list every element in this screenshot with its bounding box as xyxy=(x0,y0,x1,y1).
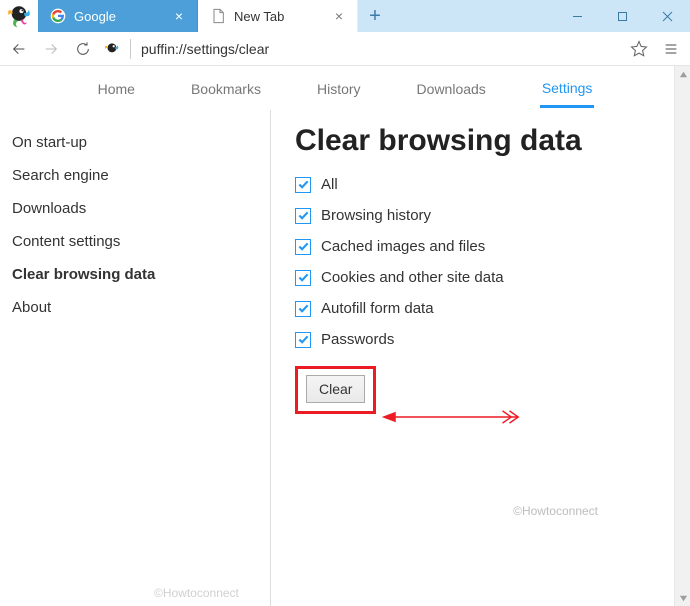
hamburger-menu-button[interactable] xyxy=(656,34,686,64)
checkbox-label: Autofill form data xyxy=(321,300,434,317)
nav-settings[interactable]: Settings xyxy=(540,68,595,108)
checkbox-icon[interactable] xyxy=(295,177,311,193)
content-area: On start-up Search engine Downloads Cont… xyxy=(0,110,690,606)
watermark-text-bottom: ©Howtoconnect xyxy=(154,586,239,600)
address-bar xyxy=(0,32,690,66)
new-tab-button[interactable]: + xyxy=(358,0,392,32)
main-panel: Clear browsing data All Browsing history… xyxy=(271,110,690,606)
sidebar-item-content-settings[interactable]: Content settings xyxy=(10,225,260,258)
annotation-arrow-icon xyxy=(380,407,520,430)
checkbox-row-browsing-history[interactable]: Browsing history xyxy=(295,207,690,224)
sidebar-item-search-engine[interactable]: Search engine xyxy=(10,159,260,192)
sidebar-item-clear-browsing-data[interactable]: Clear browsing data xyxy=(10,258,260,291)
watermark-text: ©Howtoconnect xyxy=(513,504,598,518)
checkbox-label: Passwords xyxy=(321,331,394,348)
checkbox-label: Cached images and files xyxy=(321,238,485,255)
nav-bookmarks[interactable]: Bookmarks xyxy=(189,69,263,107)
checkbox-label: All xyxy=(321,176,338,193)
tab-title: Google xyxy=(74,9,163,24)
checkbox-icon[interactable] xyxy=(295,301,311,317)
vertical-scrollbar[interactable] xyxy=(674,66,690,606)
back-button[interactable] xyxy=(4,34,34,64)
app-icon xyxy=(0,0,38,32)
forward-button[interactable] xyxy=(36,34,66,64)
sidebar-item-startup[interactable]: On start-up xyxy=(10,126,260,159)
sidebar-item-about[interactable]: About xyxy=(10,291,260,324)
google-favicon-icon xyxy=(50,8,66,24)
checkbox-row-autofill[interactable]: Autofill form data xyxy=(295,300,690,317)
annotation-highlight-box: Clear xyxy=(295,366,376,414)
tab-new-tab[interactable]: New Tab × xyxy=(198,0,358,32)
maximize-button[interactable] xyxy=(600,0,645,32)
sidebar-item-downloads[interactable]: Downloads xyxy=(10,192,260,225)
nav-history[interactable]: History xyxy=(315,69,363,107)
minimize-button[interactable] xyxy=(555,0,600,32)
top-nav: Home Bookmarks History Downloads Setting… xyxy=(0,66,690,110)
checkbox-row-cookies[interactable]: Cookies and other site data xyxy=(295,269,690,286)
settings-sidebar: On start-up Search engine Downloads Cont… xyxy=(0,110,270,606)
separator xyxy=(130,39,131,59)
close-icon[interactable]: × xyxy=(331,8,347,24)
scroll-down-icon[interactable] xyxy=(675,590,690,606)
tab-google[interactable]: Google × xyxy=(38,0,198,32)
checkbox-row-passwords[interactable]: Passwords xyxy=(295,331,690,348)
reload-button[interactable] xyxy=(68,34,98,64)
title-bar: Google × New Tab × + xyxy=(0,0,690,32)
window-controls xyxy=(555,0,690,32)
close-icon[interactable]: × xyxy=(171,8,187,24)
nav-downloads[interactable]: Downloads xyxy=(415,69,488,107)
address-input[interactable] xyxy=(139,40,622,58)
close-window-button[interactable] xyxy=(645,0,690,32)
checkbox-icon[interactable] xyxy=(295,208,311,224)
clear-button[interactable]: Clear xyxy=(306,375,365,403)
checkbox-row-all[interactable]: All xyxy=(295,176,690,193)
checkbox-icon[interactable] xyxy=(295,239,311,255)
tab-strip: Google × New Tab × + xyxy=(38,0,555,32)
site-icon xyxy=(100,37,124,61)
checkbox-row-cached[interactable]: Cached images and files xyxy=(295,238,690,255)
tab-title: New Tab xyxy=(234,9,323,24)
bookmark-star-button[interactable] xyxy=(624,34,654,64)
checkbox-label: Cookies and other site data xyxy=(321,269,504,286)
nav-home[interactable]: Home xyxy=(96,69,137,107)
document-icon xyxy=(210,8,226,24)
checkbox-label: Browsing history xyxy=(321,207,431,224)
page-heading: Clear browsing data xyxy=(295,124,690,158)
checkbox-icon[interactable] xyxy=(295,332,311,348)
checkbox-icon[interactable] xyxy=(295,270,311,286)
scroll-up-icon[interactable] xyxy=(675,66,690,82)
